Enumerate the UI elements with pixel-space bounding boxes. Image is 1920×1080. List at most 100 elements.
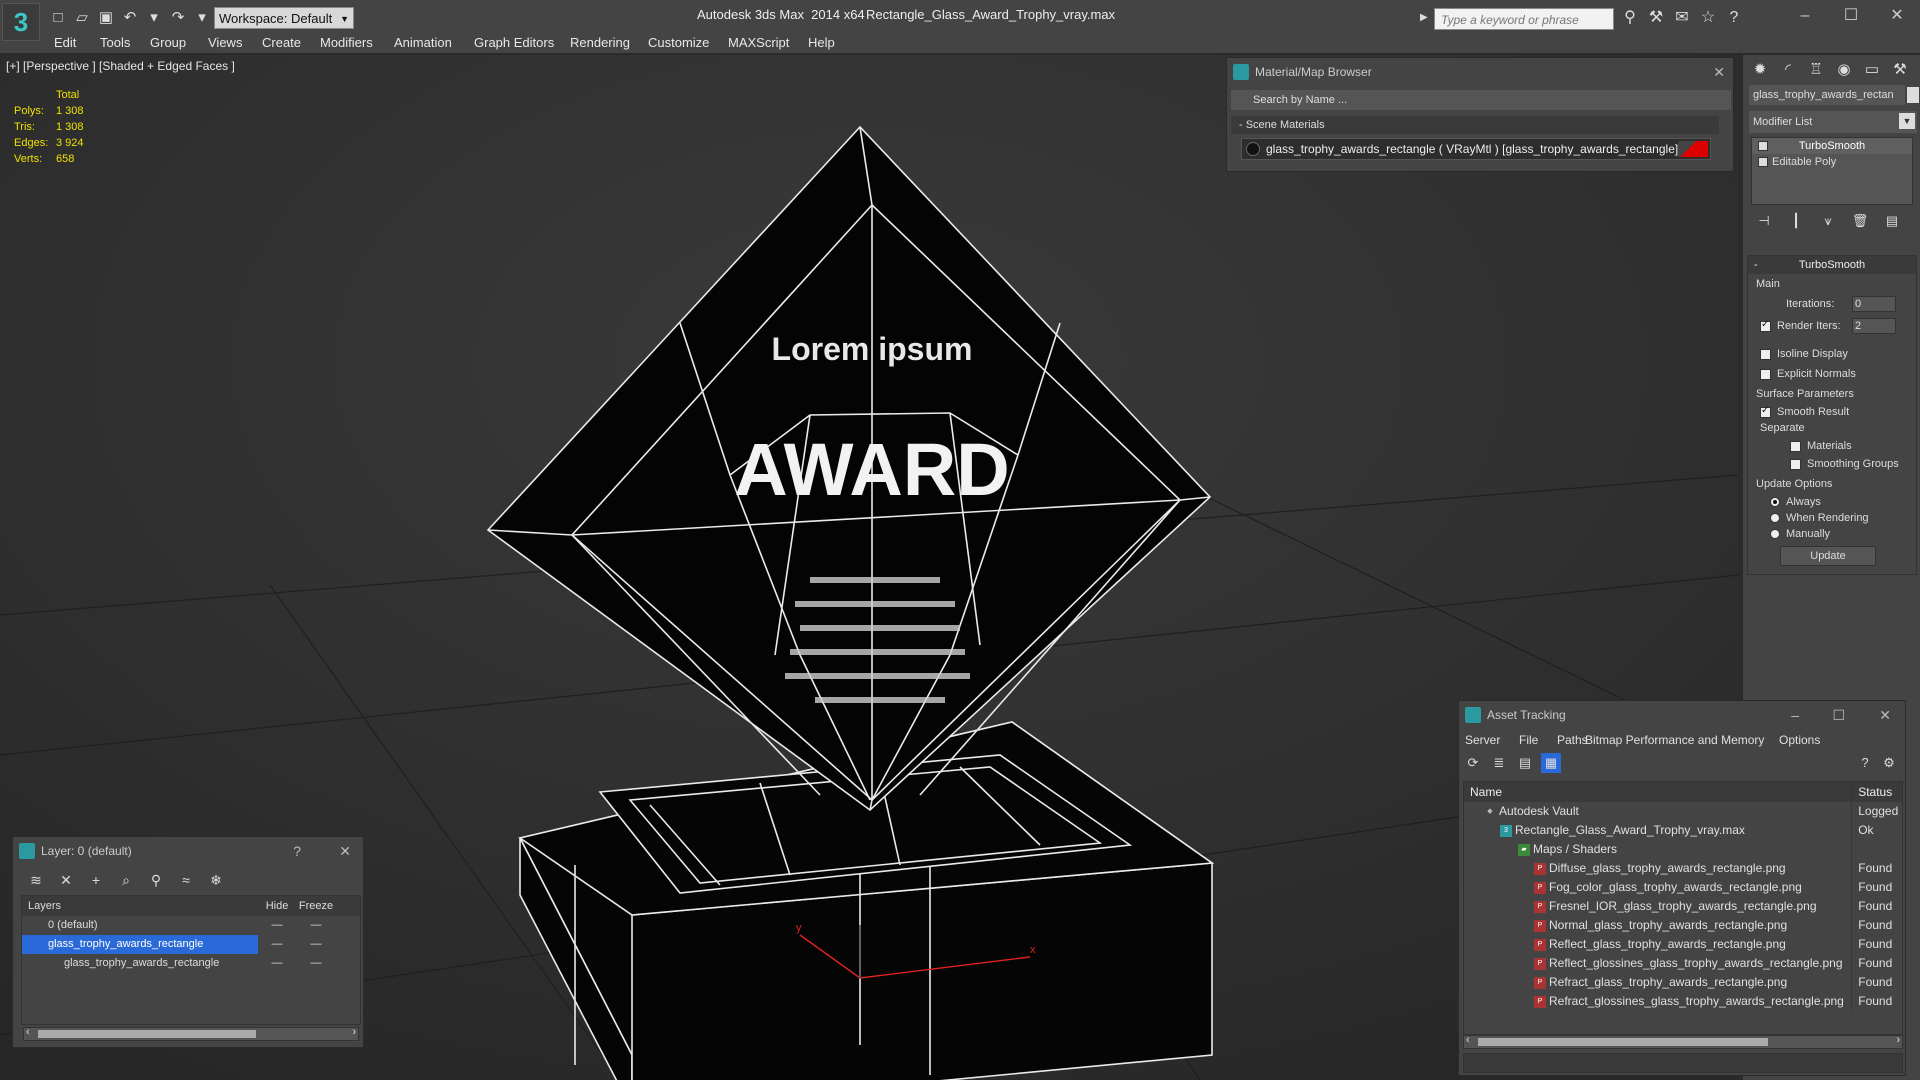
hide-toggle[interactable]: — [258,935,296,954]
freeze-toggle[interactable]: — [296,916,336,935]
separate-materials-option[interactable]: Materials [1790,440,1852,452]
asset-menu-paths[interactable]: Paths [1557,733,1588,747]
rollout-header[interactable]: - TurboSmooth [1748,256,1916,274]
save-file-icon[interactable]: ▣ [96,8,116,28]
binoculars-icon[interactable]: ⚲ [1620,8,1640,28]
select-layer-objects-icon[interactable]: ⚲ [147,871,165,889]
delete-layer-icon[interactable]: ✕ [57,871,75,889]
minimize-icon[interactable]: – [1791,701,1799,729]
close-icon[interactable]: ✕ [1713,58,1725,86]
isoline-display-checkbox[interactable] [1760,348,1771,360]
modify-tab-icon[interactable]: ◜ [1777,59,1799,81]
redo-icon[interactable]: ↷ [168,8,188,28]
show-end-result-icon[interactable]: ┃ [1785,211,1807,231]
minimize-icon[interactable]: – [1782,0,1828,32]
smoothing-groups-checkbox[interactable] [1790,458,1801,470]
close-icon[interactable]: ✕ [1874,0,1920,32]
update-always-radio[interactable] [1770,497,1780,508]
update-when-rendering-option[interactable]: When Rendering [1770,512,1869,524]
render-iters-checkbox[interactable] [1760,319,1771,332]
favorites-star-icon[interactable]: ☆ [1698,8,1718,28]
maximize-icon[interactable]: ☐ [1832,701,1845,729]
update-always-option[interactable]: Always [1770,496,1821,508]
redo-dropdown-icon[interactable]: ▾ [192,8,212,28]
col-freeze[interactable]: Freeze [296,896,336,916]
menu-maxscript[interactable]: MAXScript [728,35,789,50]
isoline-display-option[interactable]: Isoline Display [1760,348,1848,360]
freeze-toggle[interactable]: — [296,954,336,973]
search-input[interactable]: Type a keyword or phrase [1434,8,1614,30]
close-icon[interactable]: ✕ [1879,701,1891,729]
table-view-icon[interactable]: ▤ [1515,753,1535,773]
new-file-icon[interactable]: □ [48,8,68,28]
col-hide[interactable]: Hide [258,896,296,916]
stack-item-editable-poly[interactable]: Editable Poly [1752,154,1912,170]
col-layers[interactable]: Layers [22,896,258,916]
menu-edit[interactable]: Edit [54,35,76,50]
explicit-normals-option[interactable]: Explicit Normals [1760,368,1856,380]
object-name-field[interactable]: glass_trophy_awards_rectan [1749,85,1905,105]
help-icon[interactable]: ? [1855,753,1875,773]
separate-materials-checkbox[interactable] [1790,440,1801,452]
undo-dropdown-icon[interactable]: ▾ [144,8,164,28]
modifier-list-dropdown[interactable]: Modifier List ▼ [1749,111,1917,133]
create-tab-icon[interactable]: ✹ [1749,59,1771,81]
scroll-left-icon[interactable]: ‹ [26,1026,30,1038]
menu-views[interactable]: Views [208,35,242,50]
layer-object-row[interactable]: glass_trophy_awards_rectangle — — [22,954,360,973]
iterations-spinner[interactable]: 0 [1852,296,1896,312]
asset-row[interactable]: P Fog_color_glass_trophy_awards_rectangle… [1464,878,1902,897]
scroll-right-icon[interactable]: › [352,1026,356,1038]
col-status[interactable]: Status [1852,782,1902,802]
asset-row[interactable]: 3 Rectangle_Glass_Award_Trophy_vray.max Ok [1464,821,1902,840]
layer-settings-icon[interactable]: ≋ [27,871,45,889]
freeze-all-layers-icon[interactable]: ❄ [207,871,225,889]
settings-icon[interactable]: ⚙ [1879,753,1899,773]
asset-row[interactable]: ◆ Autodesk Vault Logged Out [1464,802,1902,821]
material-search-input[interactable]: Search by Name ... [1231,90,1731,110]
update-manually-radio[interactable] [1770,529,1780,540]
asset-row[interactable]: P Refract_glossines_glass_trophy_awards_r… [1464,992,1902,1011]
col-name[interactable]: Name [1464,782,1853,802]
smoothing-groups-option[interactable]: Smoothing Groups [1790,458,1899,470]
asset-menu-options[interactable]: Options [1779,733,1820,747]
menu-customize[interactable]: Customize [648,35,709,50]
maximize-icon[interactable]: ☐ [1828,0,1874,32]
material-item[interactable]: glass_trophy_awards_rectangle ( VRayMtl … [1241,138,1711,160]
display-tab-icon[interactable]: ▭ [1861,59,1883,81]
asset-row[interactable]: P Reflect_glossines_glass_trophy_awards_r… [1464,954,1902,973]
scroll-left-icon[interactable]: ‹ [1466,1034,1470,1046]
layer-row[interactable]: glass_trophy_awards_rectangle — — [22,935,360,954]
workspace-dropdown[interactable]: Workspace: Default ▼ [214,7,354,29]
add-layer-icon[interactable]: + [87,871,105,889]
explicit-normals-checkbox[interactable] [1760,368,1771,380]
app-logo-icon[interactable]: 3 [2,3,40,41]
select-highlighted-icon[interactable]: ⌕ [117,871,135,889]
scene-materials-section[interactable]: - Scene Materials [1231,116,1719,134]
help-icon[interactable]: ? [293,837,301,865]
menu-animation[interactable]: Animation [394,35,452,50]
asset-menu-server[interactable]: Server [1465,733,1500,747]
asset-horizontal-scrollbar[interactable]: ‹ › [1463,1034,1903,1049]
update-button[interactable]: Update [1780,546,1876,566]
menu-rendering[interactable]: Rendering [570,35,630,50]
asset-row[interactable]: ▰ Maps / Shaders [1464,840,1902,859]
undo-icon[interactable]: ↶ [120,8,140,28]
render-iters-spinner[interactable]: 2 [1852,318,1896,334]
layer-row[interactable]: 0 (default) — — [22,916,360,935]
search-expand-icon[interactable]: ▶ [1420,12,1428,23]
asset-row[interactable]: P Fresnel_IOR_glass_trophy_awards_rectang… [1464,897,1902,916]
menu-create[interactable]: Create [262,35,301,50]
smooth-result-option[interactable]: Smooth Result [1760,405,1849,418]
configure-modifier-sets-icon[interactable]: ▤ [1881,211,1903,231]
subscription-icon[interactable]: ⚒ [1646,8,1666,28]
asset-menu-bitmap-performance[interactable]: Bitmap Performance and Memory [1585,733,1764,747]
object-color-swatch[interactable] [1907,87,1919,103]
freeze-toggle[interactable]: — [296,935,336,954]
menu-modifiers[interactable]: Modifiers [320,35,373,50]
close-icon[interactable]: ✕ [339,837,351,865]
smooth-result-checkbox[interactable] [1760,405,1771,418]
list-view-icon[interactable]: ≣ [1489,753,1509,773]
asset-row[interactable]: P Normal_glass_trophy_awards_rectangle.pn… [1464,916,1902,935]
hide-all-layers-icon[interactable]: ≈ [177,871,195,889]
